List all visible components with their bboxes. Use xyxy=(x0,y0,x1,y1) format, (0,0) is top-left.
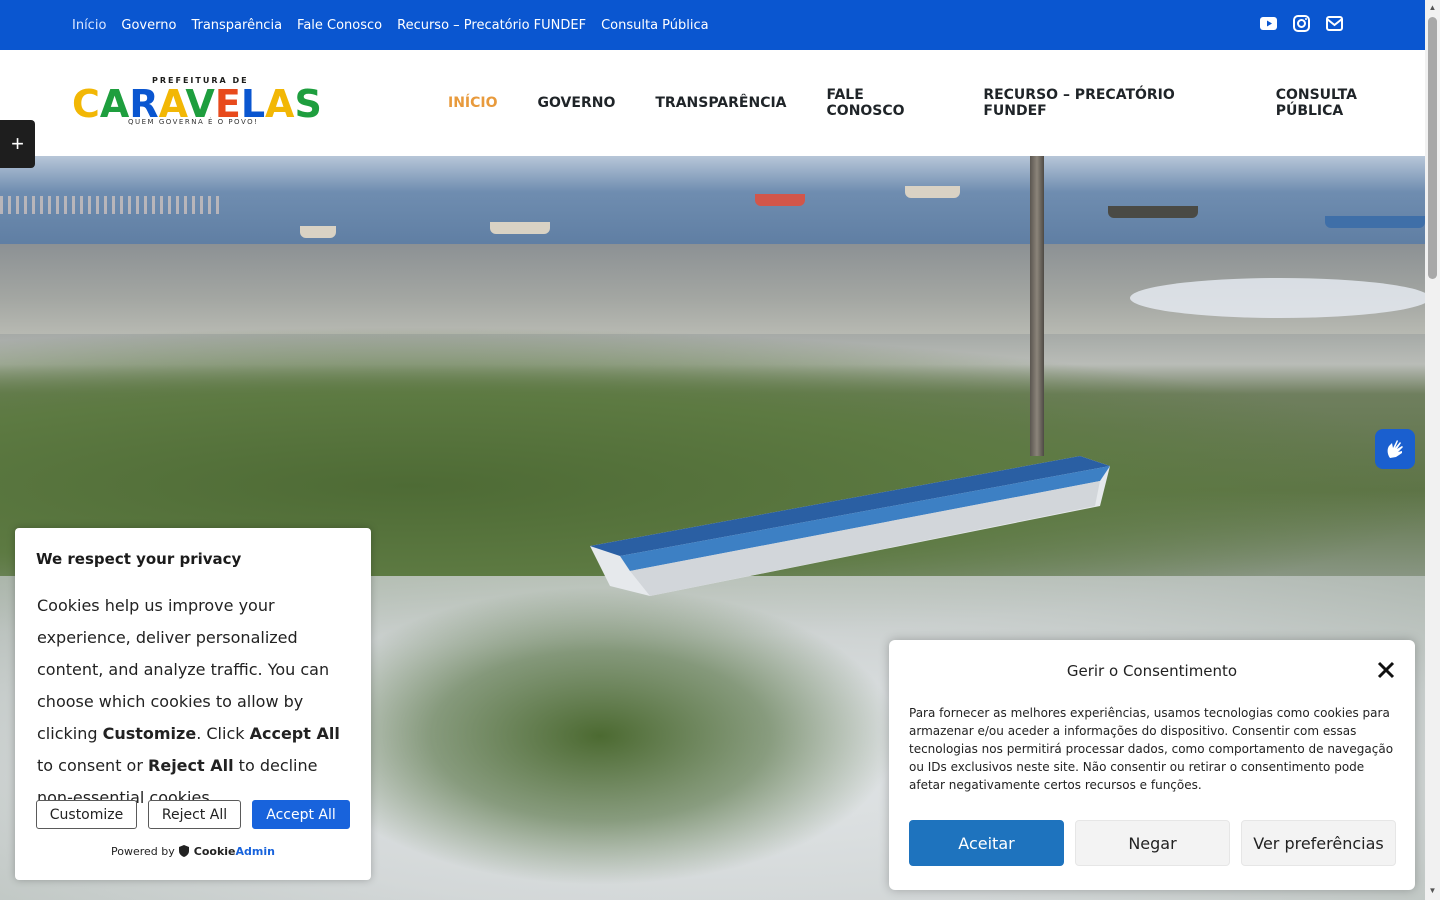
main-nav: INÍCIO GOVERNO TRANSPARÊNCIA FALE CONOSC… xyxy=(448,50,1425,156)
brand-cookie: Cookie xyxy=(193,845,236,858)
main-nav-transparencia[interactable]: TRANSPARÊNCIA xyxy=(655,95,786,111)
sliding-bar-toggle[interactable]: + xyxy=(0,120,35,168)
hero-pier xyxy=(0,196,220,214)
caravelas-logo[interactable]: PREFEITURA DE CARAVELAS QUEM GOVERNA É O… xyxy=(72,76,324,130)
hero-small-boat xyxy=(905,186,960,198)
cookie-powered-by: Powered by CookieAdmin xyxy=(15,845,371,858)
top-nav-link-governo[interactable]: Governo xyxy=(121,18,176,33)
main-nav-governo[interactable]: GOVERNO xyxy=(538,95,616,111)
close-icon[interactable] xyxy=(1376,660,1396,680)
top-nav-link-inicio[interactable]: Início xyxy=(72,18,106,33)
cookie-text-part: to consent or xyxy=(37,756,149,775)
site-header: PREFEITURA DE CARAVELAS QUEM GOVERNA É O… xyxy=(0,50,1425,156)
hand-sign-icon xyxy=(1387,440,1403,458)
cookieadmin-shield-icon xyxy=(178,845,194,858)
youtube-icon[interactable] xyxy=(1259,14,1278,33)
cookie-accept-button[interactable]: Accept All xyxy=(252,800,350,829)
main-nav-inicio[interactable]: INÍCIO xyxy=(448,95,498,111)
consent-preferences-button[interactable]: Ver preferências xyxy=(1241,820,1396,866)
consent-accept-button[interactable]: Aceitar xyxy=(909,820,1064,866)
cookie-banner: We respect your privacy Cookies help us … xyxy=(15,528,371,880)
cookie-customize-button[interactable]: Customize xyxy=(36,800,137,829)
hero-small-boat xyxy=(1108,206,1198,218)
consent-body: Para fornecer as melhores experiências, … xyxy=(909,706,1394,792)
cookie-banner-title: We respect your privacy xyxy=(36,550,242,568)
envelope-icon[interactable] xyxy=(1325,14,1344,33)
powered-by-label: Powered by xyxy=(111,845,175,858)
top-nav-link-transparencia[interactable]: Transparência xyxy=(191,18,282,33)
top-nav-link-fale-conosco[interactable]: Fale Conosco xyxy=(297,18,382,33)
main-nav-fale-conosco[interactable]: FALE CONOSCO xyxy=(827,87,944,119)
hero-pond xyxy=(1130,278,1425,318)
hero-small-boat xyxy=(755,194,805,206)
top-nav-link-recurso-fundef[interactable]: Recurso – Precatório FUNDEF xyxy=(397,18,586,33)
cookie-text-reject: Reject All xyxy=(148,756,234,775)
page-scrollbar[interactable]: ▲ ▼ xyxy=(1425,0,1440,900)
brand-admin: Admin xyxy=(235,845,275,858)
hero-small-boat xyxy=(1325,216,1425,228)
cookie-reject-button[interactable]: Reject All xyxy=(148,800,241,829)
top-bar: Início Governo Transparência Fale Conosc… xyxy=(0,0,1425,50)
top-nav-link-consulta-publica[interactable]: Consulta Pública xyxy=(601,18,709,33)
scrollbar-thumb[interactable] xyxy=(1428,17,1437,279)
hero-boat xyxy=(590,456,1110,596)
hero-small-boat xyxy=(300,226,336,238)
hero-pole xyxy=(1030,156,1044,456)
cookie-text-accept: Accept All xyxy=(249,724,340,743)
instagram-icon[interactable] xyxy=(1292,14,1311,33)
hero-vegetation xyxy=(300,586,900,886)
cookie-text-customize: Customize xyxy=(102,724,197,743)
social-links xyxy=(1259,14,1344,33)
cookie-text-part: Cookies help us improve your experience,… xyxy=(37,596,330,743)
cookie-banner-buttons: Customize Reject All Accept All xyxy=(36,800,350,829)
cookie-banner-text: Cookies help us improve your experience,… xyxy=(37,590,357,814)
consent-dialog: Gerir o Consentimento Para fornecer as m… xyxy=(889,640,1415,890)
consent-buttons: Aceitar Negar Ver preferências xyxy=(909,820,1396,866)
scroll-down-arrow[interactable]: ▼ xyxy=(1428,886,1437,895)
main-nav-consulta-publica[interactable]: CONSULTA PÚBLICA xyxy=(1276,87,1425,119)
accessibility-button[interactable] xyxy=(1375,429,1415,469)
scroll-up-arrow[interactable]: ▲ xyxy=(1428,3,1437,12)
consent-title: Gerir o Consentimento xyxy=(1066,662,1238,680)
main-nav-recurso-fundef[interactable]: RECURSO – PRECATÓRIO FUNDEF xyxy=(983,87,1235,119)
consent-deny-button[interactable]: Negar xyxy=(1075,820,1230,866)
hero-small-boat xyxy=(490,222,550,234)
cookieadmin-brand[interactable]: CookieAdmin xyxy=(194,845,275,858)
top-nav: Início Governo Transparência Fale Conosc… xyxy=(72,0,709,50)
cookie-text-part: . Click xyxy=(196,724,250,743)
logo-slogan: QUEM GOVERNA É O POVO! xyxy=(128,118,259,126)
